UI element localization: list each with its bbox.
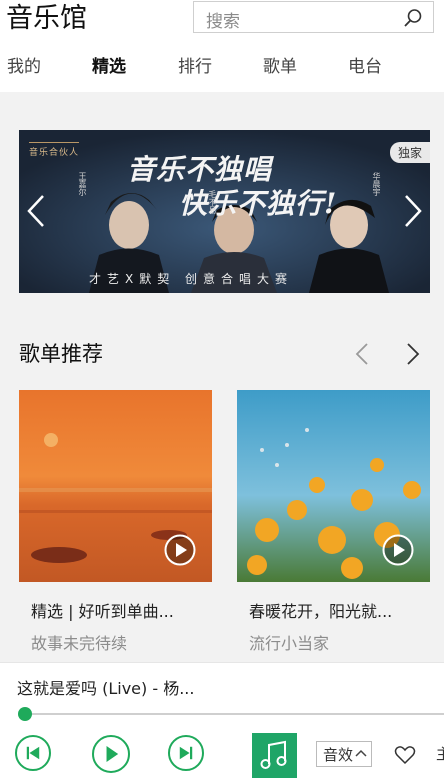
now-playing-title[interactable]: 这就是爱吗 (Live) - 杨... (17, 675, 194, 699)
content-area: 音乐合伙人 音乐不独唱 快乐不独行! 王嘉尔 毛不易 华晨宇 才艺X默契 创意合… (0, 92, 444, 662)
banner-headline-line2: 快乐不独行! (179, 187, 338, 220)
search-placeholder: 搜索 (206, 12, 240, 32)
playlist-card[interactable]: 春暖花开，阳光就... 流行小当家 (237, 390, 430, 654)
tab-radio[interactable]: 电台 (348, 52, 382, 82)
tab-playlists[interactable]: 歌单 (263, 52, 297, 82)
banner-badge: 独家 (389, 142, 430, 163)
tab-featured[interactable]: 精选 (92, 52, 126, 82)
search-icon[interactable] (403, 8, 423, 28)
banner-logo: 音乐合伙人 (29, 142, 80, 158)
playlist-card[interactable]: 精选 | 好听到单曲... 故事未完待续 (19, 390, 212, 654)
player-bar: 这就是爱吗 (Live) - 杨... 音效 主 (0, 662, 444, 778)
banner-subtitle: 才艺X默契 创意合唱大赛 (89, 272, 294, 286)
app-title: 音乐馆 (6, 3, 87, 34)
banner-artist-left: 王嘉尔 (78, 172, 87, 196)
next-track-icon[interactable] (168, 735, 204, 771)
play-icon[interactable] (164, 534, 196, 566)
more-menu-cut[interactable]: 主 (436, 743, 444, 764)
play-icon[interactable] (382, 534, 414, 566)
banner-artist-center: 毛不易 (208, 190, 217, 214)
album-thumbnail[interactable] (252, 733, 297, 778)
playlist-title: 精选 | 好听到单曲... (31, 602, 174, 621)
sound-effect-button[interactable]: 音效 (316, 741, 372, 767)
progress-track[interactable] (24, 713, 444, 715)
banner-artist-right: 华晨宇 (372, 172, 381, 196)
section-title: 歌单推荐 (19, 342, 103, 366)
promo-banner[interactable]: 音乐合伙人 音乐不独唱 快乐不独行! 王嘉尔 毛不易 华晨宇 才艺X默契 创意合… (19, 130, 430, 293)
tab-bar: 我的 精选 排行 歌单 电台 (0, 52, 444, 84)
playlist-cover (19, 390, 212, 582)
chevron-up-icon (355, 749, 367, 757)
sound-effect-label: 音效 (323, 746, 354, 764)
search-input[interactable]: 搜索 (193, 1, 434, 33)
playlist-cover (237, 390, 430, 582)
playlist-title: 春暖花开，阳光就... (249, 602, 393, 621)
previous-track-icon[interactable] (15, 735, 51, 771)
progress-knob[interactable] (18, 707, 32, 721)
play-pause-icon[interactable] (92, 735, 130, 773)
banner-prev-arrow-icon[interactable] (25, 194, 47, 228)
music-note-icon (260, 740, 287, 769)
section-prev-icon[interactable] (352, 342, 372, 366)
tab-mine[interactable]: 我的 (7, 52, 41, 82)
tab-charts[interactable]: 排行 (178, 52, 212, 82)
section-next-icon[interactable] (403, 342, 423, 366)
heart-icon[interactable] (394, 745, 416, 765)
playlist-creator: 故事未完待续 (31, 634, 128, 653)
banner-next-arrow-icon[interactable] (402, 194, 424, 228)
playlist-creator: 流行小当家 (249, 634, 330, 653)
